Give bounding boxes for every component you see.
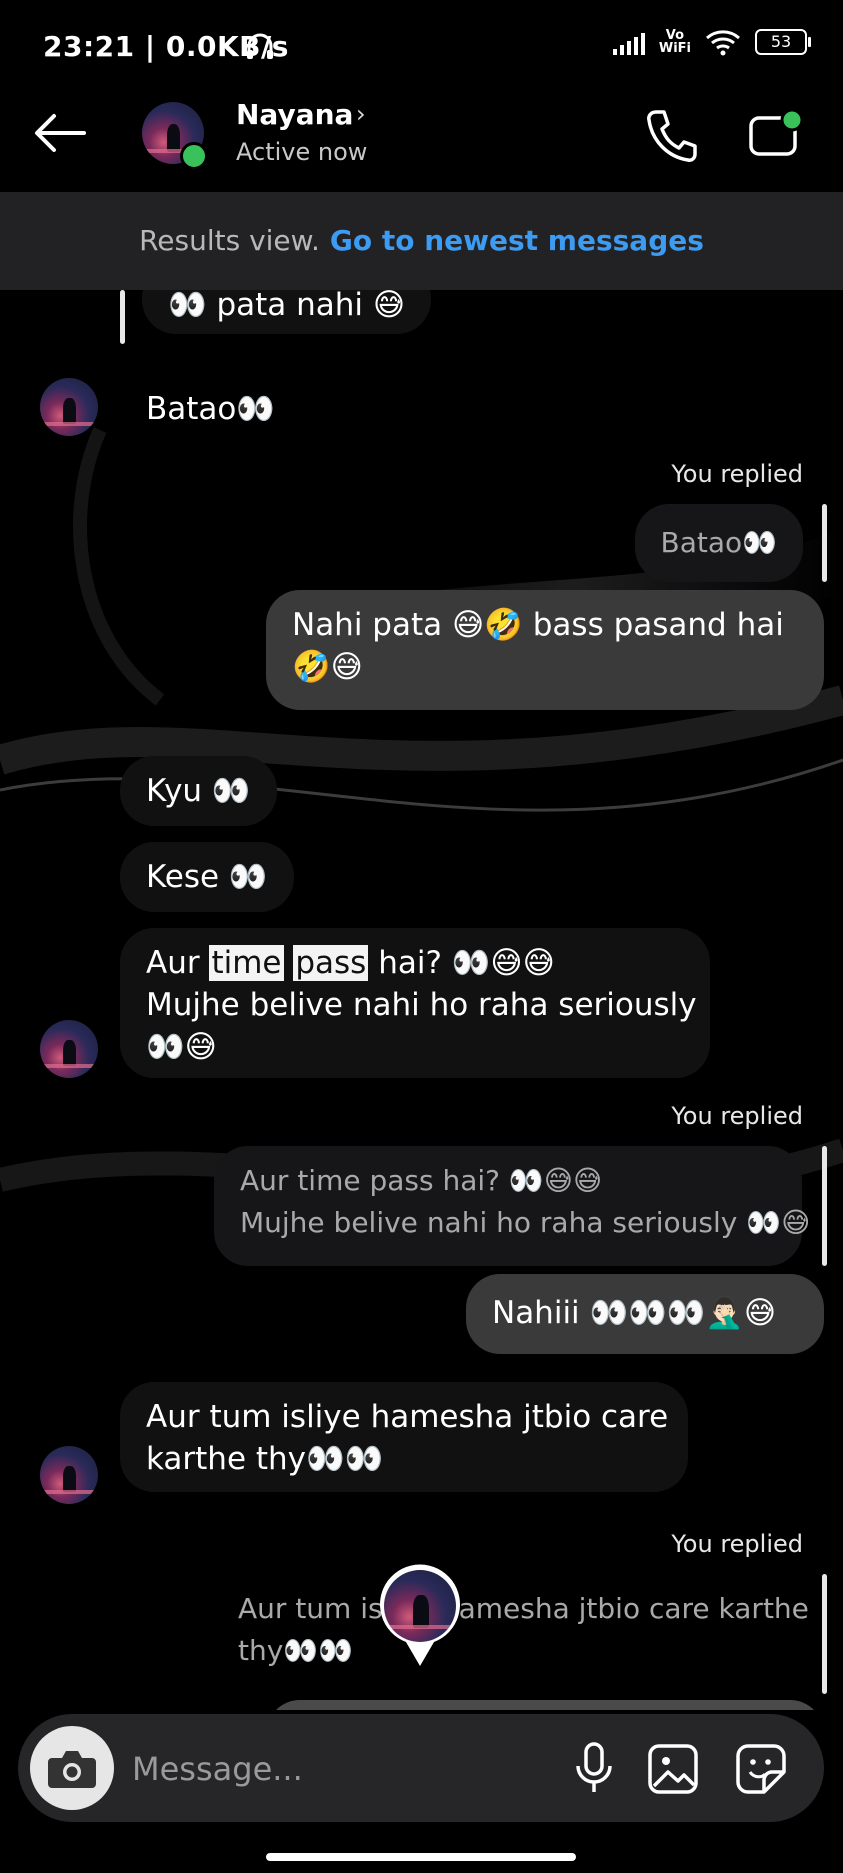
results-view-bar: Results view. Go to newest messages bbox=[0, 192, 843, 290]
camera-button[interactable] bbox=[30, 1726, 114, 1810]
online-indicator bbox=[180, 142, 208, 170]
reply-indicator bbox=[822, 1146, 827, 1266]
incoming-message[interactable]: Aur tum isliye hamesha jtbio care karthe… bbox=[120, 1382, 688, 1492]
battery-icon: 53 bbox=[755, 29, 811, 55]
replied-quote[interactable]: Aur time pass hai? 👀😅😅 Mujhe belive nahi… bbox=[214, 1146, 810, 1266]
reply-indicator bbox=[822, 504, 827, 582]
incoming-message[interactable]: Kyu 👀 bbox=[120, 756, 277, 826]
replied-quote[interactable]: Aur tum isliye hamesha jtbio care karthe… bbox=[212, 1574, 809, 1694]
replied-quote[interactable]: Batao👀 bbox=[634, 504, 803, 582]
video-call-icon[interactable] bbox=[748, 108, 804, 160]
you-replied-label: You replied bbox=[671, 1102, 803, 1130]
vowifi-icon: Vo WiFi bbox=[658, 28, 691, 56]
reply-indicator bbox=[120, 290, 125, 344]
results-label: Results view. bbox=[139, 224, 320, 257]
contact-name[interactable]: Nayana bbox=[236, 98, 353, 131]
wifi-icon bbox=[706, 30, 740, 56]
sender-avatar[interactable] bbox=[40, 1446, 98, 1504]
search-highlight: time bbox=[209, 945, 284, 981]
outgoing-message[interactable] bbox=[266, 1700, 824, 1710]
you-replied-label: You replied bbox=[671, 460, 803, 488]
back-arrow-icon[interactable] bbox=[30, 110, 90, 156]
seen-avatar-marker[interactable] bbox=[378, 1564, 462, 1668]
message-composer bbox=[18, 1714, 824, 1822]
go-to-newest-link[interactable]: Go to newest messages bbox=[330, 224, 704, 257]
home-indicator[interactable] bbox=[266, 1853, 576, 1861]
sender-avatar[interactable] bbox=[40, 1020, 98, 1078]
sticker-icon[interactable] bbox=[734, 1742, 788, 1796]
camera-icon bbox=[48, 1751, 96, 1788]
chevron-right-icon: › bbox=[356, 100, 366, 128]
sender-avatar[interactable] bbox=[40, 378, 98, 436]
search-highlight: pass bbox=[293, 945, 369, 981]
gallery-icon[interactable] bbox=[646, 1742, 700, 1796]
incoming-message[interactable]: Kese 👀 bbox=[120, 842, 294, 912]
outgoing-message[interactable]: Nahiii 👀👀👀🤦🏻‍♂️😅 bbox=[466, 1274, 824, 1354]
you-replied-label: You replied bbox=[671, 1530, 803, 1558]
microphone-icon[interactable] bbox=[566, 1740, 622, 1796]
message-input[interactable] bbox=[130, 1744, 554, 1794]
outgoing-message[interactable]: Nahi pata 😅🤣 bass pasand hai 🤣😅 bbox=[266, 590, 824, 710]
incoming-message[interactable]: Aur time pass hai? 👀😅😅 Mujhe belive nahi… bbox=[120, 928, 710, 1078]
contact-status: Active now bbox=[236, 138, 368, 166]
headphones-icon bbox=[247, 33, 273, 59]
chat-header: Nayana › Active now bbox=[0, 90, 843, 192]
signal-icon bbox=[612, 29, 645, 55]
incoming-message[interactable]: Batao👀 bbox=[120, 374, 301, 444]
reply-indicator bbox=[822, 1574, 827, 1694]
incoming-message[interactable]: 👀 pata nahi 😅 bbox=[142, 290, 432, 334]
phone-call-icon[interactable] bbox=[644, 108, 698, 164]
status-bar: 23:21 | 0.0KB/s Vo WiFi 53 bbox=[0, 0, 843, 90]
message-list[interactable]: 👀 pata nahi 😅 Batao👀 You replied Batao👀 … bbox=[0, 290, 843, 1710]
